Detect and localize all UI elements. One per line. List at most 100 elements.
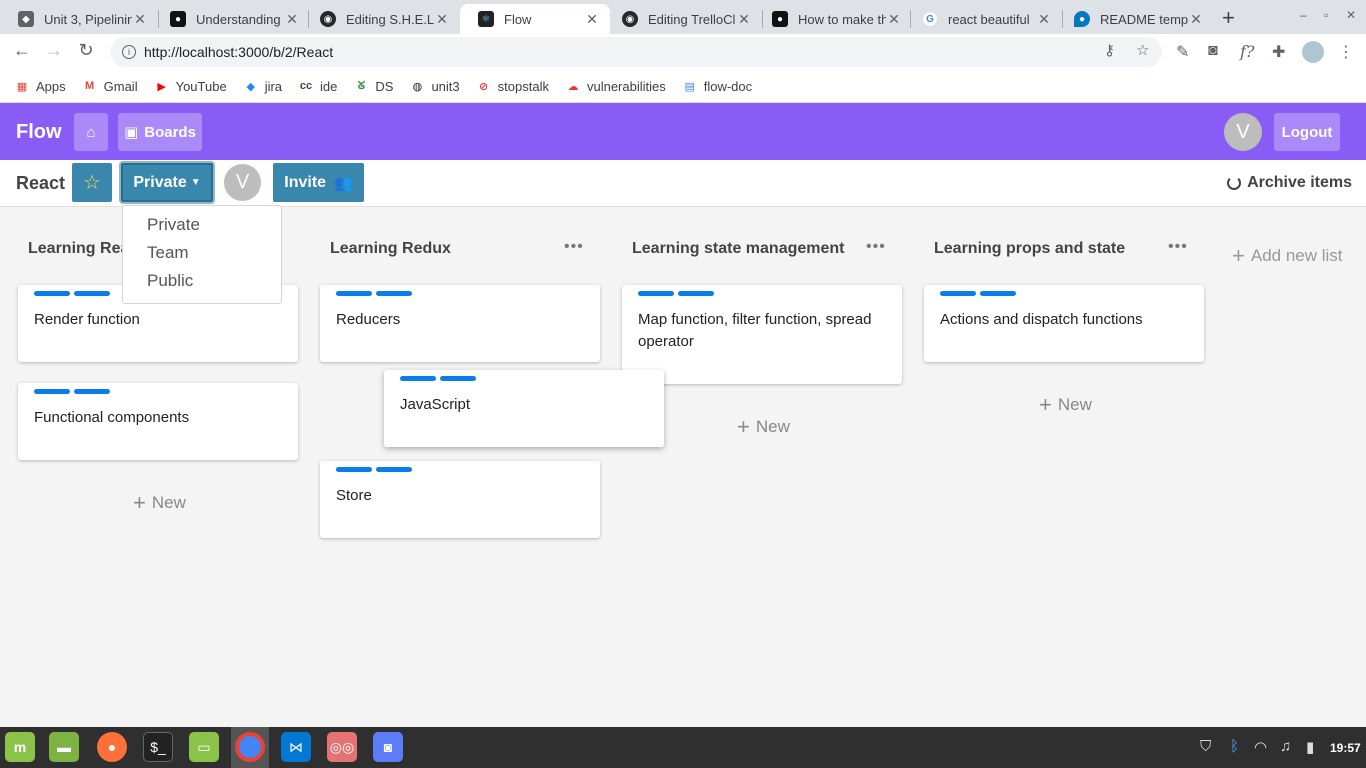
show-desktop-icon[interactable]: ▬	[49, 732, 79, 762]
list-title[interactable]: Learning props and state	[934, 240, 1125, 258]
back-icon[interactable]: ←	[10, 40, 34, 61]
battery-icon[interactable]: ▮	[1306, 738, 1314, 756]
clock[interactable]: 19:57	[1330, 741, 1361, 755]
screenshot-icon[interactable]: ◙	[373, 732, 403, 762]
shield-icon[interactable]: ⛉	[1200, 738, 1211, 755]
wifi-icon[interactable]: ◠	[1254, 738, 1267, 756]
card[interactable]: Actions and dispatch functions	[924, 285, 1204, 362]
minimize-icon[interactable]: –	[1300, 8, 1307, 22]
vscode-icon[interactable]: ⋈	[281, 732, 311, 762]
mint-menu-icon[interactable]: m	[5, 732, 35, 762]
list-title[interactable]: Learning Redux	[330, 240, 451, 258]
doc-icon: ▤	[684, 80, 695, 93]
brand-logo[interactable]: Flow	[16, 121, 62, 144]
extensions-icon[interactable]: ✚	[1272, 42, 1285, 62]
bookmark-vulnerabilities[interactable]: ☁ vulnerabilities	[565, 78, 665, 94]
close-icon[interactable]: ✕	[886, 11, 902, 28]
visibility-dropdown-button[interactable]: Private ▼	[121, 163, 213, 202]
list-menu-icon[interactable]: •••	[866, 238, 886, 256]
address-bar[interactable]: i http://localhost:3000/b/2/React	[110, 37, 1162, 67]
plus-icon: +	[1232, 243, 1245, 268]
cloud-icon: ☁	[567, 80, 579, 93]
graduation-icon: ◆	[18, 11, 34, 27]
bookmark-flow-doc[interactable]: ▤ flow-doc	[682, 78, 753, 94]
home-icon: ⌂	[86, 123, 96, 141]
reload-icon[interactable]: ↻	[74, 40, 98, 61]
info-icon[interactable]: i	[122, 45, 136, 59]
card[interactable]: Functional components	[18, 383, 298, 460]
camera-icon[interactable]: ◙	[1208, 42, 1218, 60]
firefox-icon[interactable]: ●	[97, 732, 127, 762]
close-icon[interactable]: ✕	[284, 11, 300, 28]
bookmark-ds[interactable]: ᘜ DS	[353, 78, 394, 94]
visibility-option-private[interactable]: Private	[123, 214, 281, 242]
bookmark-youtube[interactable]: ▶ YouTube	[154, 78, 226, 94]
function-icon[interactable]: f?	[1240, 42, 1255, 61]
new-tab-button[interactable]: +	[1222, 5, 1235, 31]
app-header: Flow ⌂ ▣ Boards V Logout	[0, 103, 1366, 160]
gmail-icon: M	[85, 80, 95, 92]
sound-icon[interactable]: ♫	[1280, 738, 1291, 755]
card[interactable]: Map function, filter function, spread op…	[622, 285, 902, 384]
chrome-icon[interactable]	[235, 732, 265, 762]
bookmark-stopstalk[interactable]: ⊘ stopstalk	[476, 78, 549, 94]
files-icon[interactable]: ▭	[189, 732, 219, 762]
user-avatar[interactable]: V	[1224, 113, 1262, 151]
close-icon[interactable]: ✕	[132, 11, 148, 28]
logout-button[interactable]: Logout	[1274, 113, 1340, 151]
browser-tab[interactable]: G react beautiful ✕	[904, 4, 1062, 34]
archive-items-button[interactable]: Archive items	[1227, 174, 1352, 192]
browser-tab[interactable]: ● How to make th ✕	[754, 4, 912, 34]
new-card-button[interactable]: + New	[133, 490, 186, 516]
list-menu-icon[interactable]: •••	[564, 238, 584, 256]
key-icon[interactable]: ⚷	[1104, 41, 1115, 59]
close-icon[interactable]: ✕	[1188, 11, 1204, 28]
maximize-icon[interactable]: ▫	[1324, 8, 1328, 22]
forward-icon[interactable]: →	[42, 40, 66, 61]
menu-icon[interactable]: ⋮	[1338, 42, 1354, 62]
close-icon[interactable]: ✕	[736, 11, 752, 28]
browser-tab[interactable]: ◆ Unit 3, Pipelinin ✕	[0, 4, 158, 34]
bookmarks-bar: ▦ Apps M Gmail ▶ YouTube ◆ jira cc ide ᘜ DS ◍ u…	[0, 70, 1366, 103]
browser-tab[interactable]: ◉ Editing TrelloCl ✕	[604, 4, 762, 34]
star-icon[interactable]: ☆	[1136, 41, 1149, 59]
close-icon[interactable]: ✕	[1036, 11, 1052, 28]
browser-tab-active[interactable]: ⚛ Flow ✕	[460, 4, 610, 34]
bluetooth-icon[interactable]: ᛒ	[1230, 738, 1239, 755]
boards-button[interactable]: ▣ Boards	[118, 113, 202, 151]
terminal-icon[interactable]: $_	[143, 732, 173, 762]
bookmark-gmail[interactable]: M Gmail	[82, 78, 138, 94]
plus-icon: +	[737, 414, 750, 439]
card[interactable]: Store	[320, 461, 600, 538]
dragging-card[interactable]: JavaScript	[384, 370, 664, 447]
new-card-button[interactable]: + New	[1039, 392, 1092, 418]
visibility-option-team[interactable]: Team	[123, 242, 281, 270]
window-close-icon[interactable]: ✕	[1346, 8, 1356, 22]
visibility-option-public[interactable]: Public	[123, 270, 281, 298]
close-icon[interactable]: ✕	[434, 11, 450, 28]
browser-tab[interactable]: ◉ Editing S.H.E.L. ✕	[302, 4, 460, 34]
home-button[interactable]: ⌂	[74, 113, 108, 151]
invite-button[interactable]: Invite 👥	[273, 163, 364, 202]
bookmark-apps[interactable]: ▦ Apps	[14, 78, 66, 94]
member-avatar[interactable]: V	[224, 164, 261, 201]
card-labels	[638, 291, 718, 296]
star-board-button[interactable]: ☆	[72, 163, 112, 202]
card-labels	[34, 389, 114, 394]
close-icon[interactable]: ✕	[584, 11, 600, 28]
eyedropper-icon[interactable]: ✎	[1176, 42, 1189, 62]
glasses-app-icon[interactable]: ◎◎	[327, 732, 357, 762]
list-title[interactable]: Learning state management	[632, 240, 845, 258]
add-new-list-button[interactable]: + Add new list	[1232, 243, 1343, 269]
list-menu-icon[interactable]: •••	[1168, 238, 1188, 256]
card[interactable]: Reducers	[320, 285, 600, 362]
browser-tab[interactable]: ● README templ ✕	[1056, 4, 1214, 34]
bookmark-ide[interactable]: cc ide	[298, 78, 337, 94]
card-title: Render function	[34, 311, 140, 328]
new-card-button[interactable]: + New	[737, 414, 790, 440]
bookmark-unit3[interactable]: ◍ unit3	[409, 78, 460, 94]
profile-avatar[interactable]	[1302, 41, 1324, 63]
list-title[interactable]: Learning Rea	[28, 240, 129, 258]
bookmark-jira[interactable]: ◆ jira	[243, 78, 282, 94]
browser-tab[interactable]: ● Understanding ✕	[152, 4, 310, 34]
